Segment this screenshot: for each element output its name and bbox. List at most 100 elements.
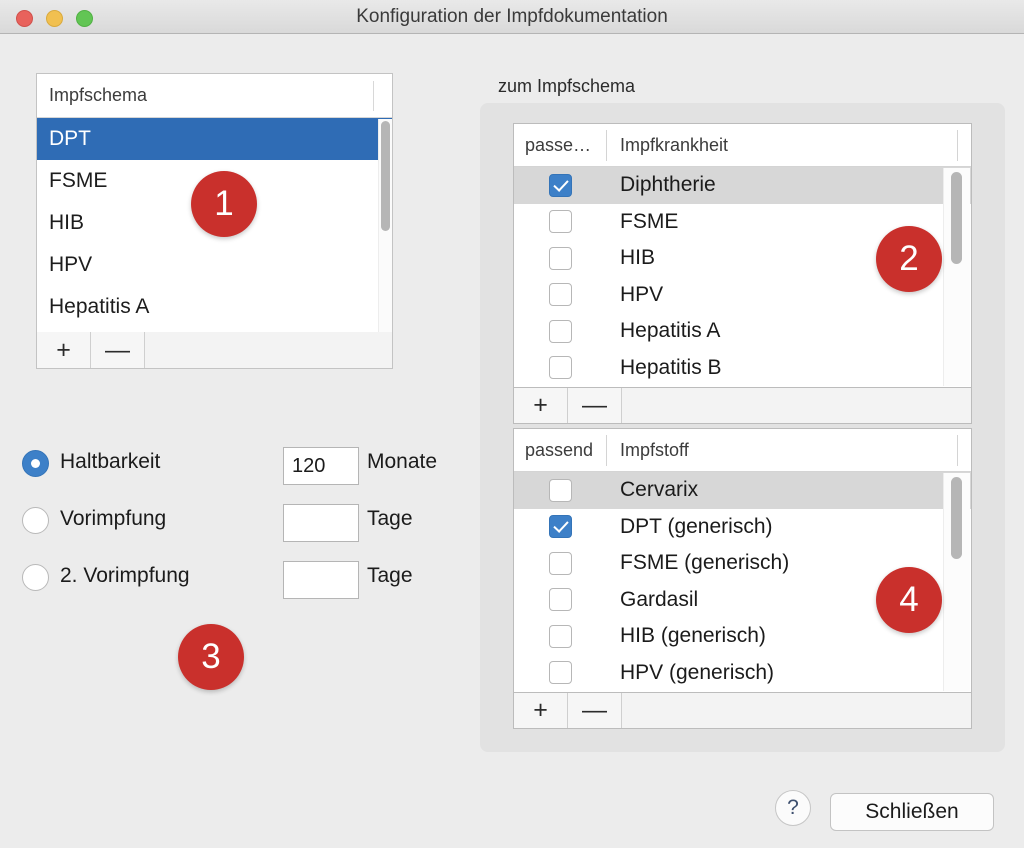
checkbox-checked-icon[interactable]: [548, 515, 572, 539]
table-row-label: HIB: [620, 246, 656, 270]
schema-list-rows: DPT FSME HIB HPV Hepatitis A: [37, 118, 392, 368]
table-row-label: Cervarix: [620, 478, 699, 502]
checkbox-unchecked-icon[interactable]: [548, 661, 572, 685]
radio-vorimpfung[interactable]: [22, 507, 49, 534]
help-button[interactable]: ?: [775, 790, 811, 826]
duration-value-input[interactable]: [283, 504, 359, 542]
vaccine-table[interactable]: passend Impfstoff Cervarix DPT (generisch…: [513, 428, 972, 693]
schema-list-scroll-thumb[interactable]: [381, 121, 390, 231]
step-badge-2: 2: [876, 226, 942, 292]
step-badge-1: 1: [191, 171, 257, 237]
row-checkbox-cell: [514, 319, 606, 343]
vaccine-remove-button[interactable]: —: [568, 693, 622, 728]
checkbox-checked-icon[interactable]: [548, 173, 572, 197]
vaccine-table-scroll-thumb[interactable]: [951, 477, 962, 559]
schema-list-header: Impfschema: [37, 74, 392, 118]
radio-haltbarkeit[interactable]: [22, 450, 49, 477]
disease-remove-button[interactable]: —: [568, 388, 622, 423]
checkbox-unchecked-icon[interactable]: [548, 283, 572, 307]
disease-add-button[interactable]: +: [514, 388, 568, 423]
duration-unit-label: Monate: [367, 450, 438, 473]
duration-options-group: Haltbarkeit Monate Vorimpfung Tage 2. Vorimp…: [22, 444, 462, 604]
schema-list-footer: + —: [36, 332, 393, 369]
table-row-label: Hepatitis A: [620, 319, 721, 343]
row-checkbox-cell: [514, 356, 606, 380]
dialog-window: Konfiguration der Impfdokumentation Impf…: [0, 0, 1024, 848]
schema-list-item[interactable]: DPT: [37, 118, 392, 160]
right-panel-group: passe… Impfkrankheit Diphtherie FSME HIB HP…: [480, 103, 1005, 752]
schema-list-scrollbar[interactable]: [378, 119, 392, 368]
radio-2-vorimpfung[interactable]: [22, 564, 49, 591]
schema-list-item-label: FSME: [49, 169, 108, 192]
step-badge-3: 3: [178, 624, 244, 690]
checkbox-unchecked-icon[interactable]: [548, 356, 572, 380]
table-row-label: HPV (generisch): [620, 660, 775, 684]
duration-value-input[interactable]: [283, 447, 359, 485]
schema-list-header-divider: [373, 81, 374, 111]
table-row-label: HPV: [620, 282, 664, 306]
table-row-label: FSME (generisch): [620, 551, 790, 575]
schema-list-item-label: HIB: [49, 211, 85, 234]
vaccine-add-button[interactable]: +: [514, 693, 568, 728]
row-checkbox-cell: [514, 173, 606, 197]
table-row-label: Hepatitis B: [620, 355, 722, 379]
table-row[interactable]: Diphtherie: [514, 167, 971, 204]
table-row-label: FSME: [620, 209, 679, 233]
row-checkbox-cell: [514, 246, 606, 270]
disease-footer-filler: [622, 388, 971, 423]
table-row-label: DPT (generisch): [620, 514, 773, 538]
table-row[interactable]: Hepatitis A: [514, 313, 971, 350]
row-checkbox-cell: [514, 210, 606, 234]
disease-table-scrollbar[interactable]: [943, 168, 970, 386]
vaccine-table-footer: + —: [513, 693, 972, 729]
duration-value-input[interactable]: [283, 561, 359, 599]
row-checkbox-cell: [514, 551, 606, 575]
duration-unit-label: Tage: [367, 564, 413, 587]
schema-list-item[interactable]: HPV: [37, 244, 392, 286]
checkbox-unchecked-icon[interactable]: [548, 551, 572, 575]
duration-option-label: Haltbarkeit: [60, 450, 161, 473]
schema-list-item-label: Hepatitis A: [49, 295, 150, 318]
step-badge-4: 4: [876, 567, 942, 633]
schema-add-button[interactable]: +: [37, 332, 91, 368]
table-row[interactable]: DPT (generisch): [514, 509, 971, 546]
vaccine-header-divider-2: [957, 435, 958, 466]
disease-column-name-label: Impfkrankheit: [620, 135, 729, 155]
row-checkbox-cell: [514, 588, 606, 612]
checkbox-unchecked-icon[interactable]: [548, 624, 572, 648]
duration-option-label: Vorimpfung: [60, 507, 167, 530]
row-checkbox-cell: [514, 283, 606, 307]
checkbox-unchecked-icon[interactable]: [548, 478, 572, 502]
disease-column-check-label: passe…: [525, 135, 592, 155]
close-dialog-button[interactable]: Schließen: [830, 793, 994, 831]
table-row-label: HIB (generisch): [620, 624, 766, 648]
schema-footer-filler: [145, 332, 392, 368]
checkbox-unchecked-icon[interactable]: [548, 588, 572, 612]
window-title: Konfiguration der Impfdokumentation: [356, 6, 668, 27]
table-row[interactable]: HPV (generisch): [514, 655, 971, 692]
table-row[interactable]: Cervarix: [514, 472, 971, 509]
checkbox-unchecked-icon[interactable]: [548, 210, 572, 234]
schema-list-header-label: Impfschema: [49, 85, 148, 105]
vaccine-header-divider-1: [606, 435, 607, 466]
duration-option-label: 2. Vorimpfung: [60, 564, 190, 587]
table-row-label: Gardasil: [620, 587, 699, 611]
disease-table-footer: + —: [513, 388, 972, 424]
checkbox-unchecked-icon[interactable]: [548, 319, 572, 343]
disease-table-header: passe… Impfkrankheit: [514, 124, 971, 167]
row-checkbox-cell: [514, 478, 606, 502]
vaccine-footer-filler: [622, 693, 971, 728]
row-checkbox-cell: [514, 661, 606, 685]
schema-list-item-label: DPT: [49, 127, 91, 150]
schema-list-item-label: HPV: [49, 253, 93, 276]
title-bar: Konfiguration der Impfdokumentation: [0, 0, 1024, 34]
disease-table-scroll-thumb[interactable]: [951, 172, 962, 264]
vaccine-column-check-label: passend: [525, 440, 594, 460]
table-row-label: Diphtherie: [620, 173, 716, 197]
disease-header-divider-2: [957, 130, 958, 161]
table-row[interactable]: Hepatitis B: [514, 350, 971, 387]
checkbox-unchecked-icon[interactable]: [548, 246, 572, 270]
schema-remove-button[interactable]: —: [91, 332, 145, 368]
vaccine-table-scrollbar[interactable]: [943, 473, 970, 691]
schema-list-item[interactable]: Hepatitis A: [37, 286, 392, 328]
